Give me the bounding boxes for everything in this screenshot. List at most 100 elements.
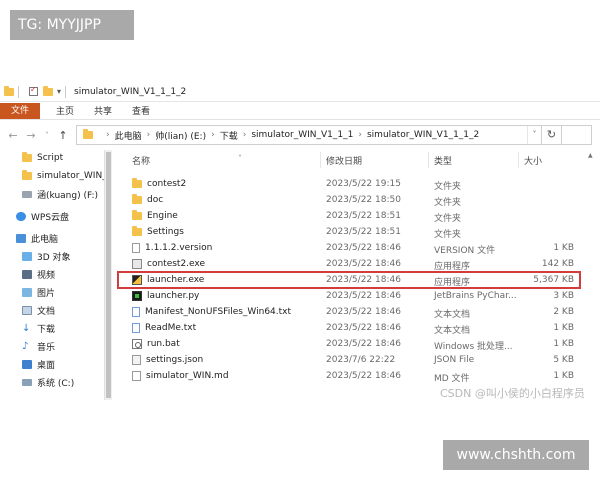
- file-explorer-window: ▾ simulator_WIN_V1_1_1_2 文件 主页 共享 查看 ← →…: [0, 82, 600, 400]
- column-divider[interactable]: [428, 152, 429, 168]
- file-date: 2023/5/22 18:46: [326, 243, 401, 253]
- folder-icon: [22, 152, 32, 162]
- file-type: JetBrains PyChar...: [434, 291, 517, 301]
- sidebar-item-label: 文档: [37, 306, 56, 317]
- table-row[interactable]: doc 2023/5/22 18:50 文件夹: [118, 192, 580, 208]
- tab-file[interactable]: 文件: [0, 102, 40, 119]
- sidebar-item-documents[interactable]: 文档: [22, 302, 55, 318]
- table-row-highlighted[interactable]: launcher.exe 2023/5/22 18:46 应用程序 5,367 …: [117, 271, 581, 289]
- tab-share[interactable]: 共享: [90, 104, 116, 117]
- sidebar-item-simulator[interactable]: simulator_WIN_: [22, 168, 107, 184]
- file-size: 1 KB: [553, 371, 574, 381]
- refresh-button[interactable]: ↻: [542, 125, 562, 145]
- breadcrumb-downloads[interactable]: 下载: [220, 129, 238, 142]
- column-header-date[interactable]: 修改日期: [326, 154, 426, 168]
- window-title: simulator_WIN_V1_1_1_2: [74, 86, 187, 97]
- table-row[interactable]: Settings 2023/5/22 18:51 文件夹: [118, 224, 580, 240]
- navigation-pane: Script simulator_WIN_ 涵(kuang) (F:) WPS云…: [0, 150, 112, 400]
- drive-icon: [22, 190, 32, 198]
- file-type: 文件夹: [434, 198, 462, 208]
- table-row[interactable]: simulator_WIN.md 2023/5/22 18:46 MD 文件 1…: [118, 368, 580, 384]
- file-name: 1.1.1.2.version: [145, 243, 213, 253]
- file-size: 2 KB: [553, 307, 574, 317]
- sidebar-item-label: 3D 对象: [37, 252, 71, 263]
- column-header-name[interactable]: 名称 ˄: [132, 154, 322, 168]
- file-type: 应用程序: [434, 278, 471, 288]
- table-row[interactable]: contest2 2023/5/22 19:15 文件夹: [118, 176, 580, 192]
- sidebar-item-music[interactable]: ♪ 音乐: [22, 338, 55, 354]
- quick-access-dropdown[interactable]: ▾: [57, 87, 61, 96]
- file-type: JSON File: [434, 355, 475, 365]
- sidebar-scrollbar[interactable]: [104, 150, 112, 400]
- sidebar-item-drive-f[interactable]: 涵(kuang) (F:): [22, 186, 98, 202]
- file-type: VERSION 文件: [434, 246, 496, 256]
- folder-icon: [132, 194, 142, 204]
- table-row[interactable]: contest2.exe 2023/5/22 18:46 应用程序 142 KB: [118, 256, 580, 272]
- column-divider[interactable]: [518, 152, 519, 168]
- table-row[interactable]: ReadMe.txt 2023/5/22 18:46 文本文档 1 KB: [118, 320, 580, 336]
- sidebar-item-videos[interactable]: 视频: [22, 266, 55, 282]
- file-name: contest2: [147, 179, 187, 189]
- up-button[interactable]: ↑: [56, 129, 70, 142]
- file-date: 2023/5/22 18:46: [326, 259, 401, 269]
- column-header-type[interactable]: 类型: [434, 154, 514, 168]
- 3d-objects-icon: [22, 251, 32, 261]
- file-type: 文件夹: [434, 214, 462, 224]
- file-date: 2023/5/22 18:50: [326, 195, 401, 205]
- table-row[interactable]: run.bat 2023/5/22 18:46 Windows 批处理... 1…: [118, 336, 580, 352]
- file-size: 1 KB: [553, 323, 574, 333]
- table-row[interactable]: Manifest_NonUFSFiles_Win64.txt 2023/5/22…: [118, 304, 580, 320]
- column-header-size[interactable]: 大小: [524, 154, 574, 168]
- forward-button[interactable]: →: [24, 129, 38, 142]
- tab-view[interactable]: 查看: [128, 104, 154, 117]
- music-icon: ♪: [22, 340, 29, 352]
- sidebar-item-script[interactable]: Script: [22, 150, 63, 166]
- address-dropdown[interactable]: ˅: [527, 126, 541, 144]
- table-row[interactable]: 1.1.1.2.version 2023/5/22 18:46 VERSION …: [118, 240, 580, 256]
- breadcrumb-this-pc[interactable]: 此电脑: [115, 129, 142, 142]
- file-date: 2023/5/22 18:51: [326, 227, 401, 237]
- sidebar-item-label: simulator_WIN_: [37, 171, 107, 181]
- sidebar-item-pictures[interactable]: 图片: [22, 284, 55, 300]
- file-name: Settings: [147, 227, 184, 237]
- table-row[interactable]: launcher.py 2023/5/22 18:46 JetBrains Py…: [118, 288, 580, 304]
- launcher-icon: [132, 275, 142, 285]
- file-date: 2023/5/22 18:51: [326, 211, 401, 221]
- properties-icon[interactable]: [29, 85, 38, 96]
- divider: [18, 85, 19, 98]
- file-name: Manifest_NonUFSFiles_Win64.txt: [145, 307, 292, 317]
- breadcrumb-simulator[interactable]: simulator_WIN_V1_1_1: [251, 130, 353, 140]
- tab-home[interactable]: 主页: [52, 104, 78, 117]
- sidebar-item-desktop[interactable]: 桌面: [22, 356, 55, 372]
- breadcrumb-drive-e[interactable]: 帅(lian) (E:): [155, 129, 206, 142]
- file-name: doc: [147, 195, 164, 205]
- sidebar-item-3d-objects[interactable]: 3D 对象: [22, 248, 71, 264]
- sidebar-item-downloads[interactable]: ↓ 下载: [22, 320, 55, 336]
- exe-icon: [132, 259, 142, 269]
- sidebar-item-wps-cloud[interactable]: WPS云盘: [16, 208, 69, 224]
- address-bar-row: ← → ˅ ↑ › 此电脑 › 帅(lian) (E:) › 下载 › simu…: [0, 120, 600, 150]
- file-date: 2023/5/22 18:46: [326, 371, 401, 381]
- table-row[interactable]: settings.json 2023/7/6 22:22 JSON File 5…: [118, 352, 580, 368]
- breadcrumb-separator: ›: [358, 130, 362, 140]
- file-name: launcher.py: [147, 291, 200, 301]
- file-name: ReadMe.txt: [145, 323, 197, 333]
- tg-badge: TG: MYYJJPP: [10, 10, 134, 40]
- file-list-scrollbar[interactable]: ▲: [584, 150, 596, 400]
- scroll-up-icon[interactable]: ▲: [588, 152, 593, 159]
- recent-locations-button[interactable]: ˅: [40, 131, 54, 140]
- desktop-icon: [22, 359, 32, 369]
- new-folder-icon[interactable]: [43, 85, 53, 96]
- file-type: 应用程序: [434, 262, 471, 272]
- breadcrumb-simulator-sub[interactable]: simulator_WIN_V1_1_1_2: [367, 130, 479, 140]
- column-divider[interactable]: [320, 152, 321, 168]
- downloads-icon: ↓: [22, 322, 31, 334]
- address-input[interactable]: › 此电脑 › 帅(lian) (E:) › 下载 › simulator_WI…: [76, 125, 542, 145]
- search-input[interactable]: [562, 125, 592, 145]
- breadcrumb-separator: ›: [211, 130, 215, 140]
- back-button[interactable]: ←: [6, 129, 20, 142]
- table-row[interactable]: Engine 2023/5/22 18:51 文件夹: [118, 208, 580, 224]
- sidebar-item-this-pc[interactable]: 此电脑: [16, 230, 58, 246]
- sidebar-item-system-c[interactable]: 系统 (C:): [22, 374, 74, 390]
- cloud-icon: [16, 211, 26, 221]
